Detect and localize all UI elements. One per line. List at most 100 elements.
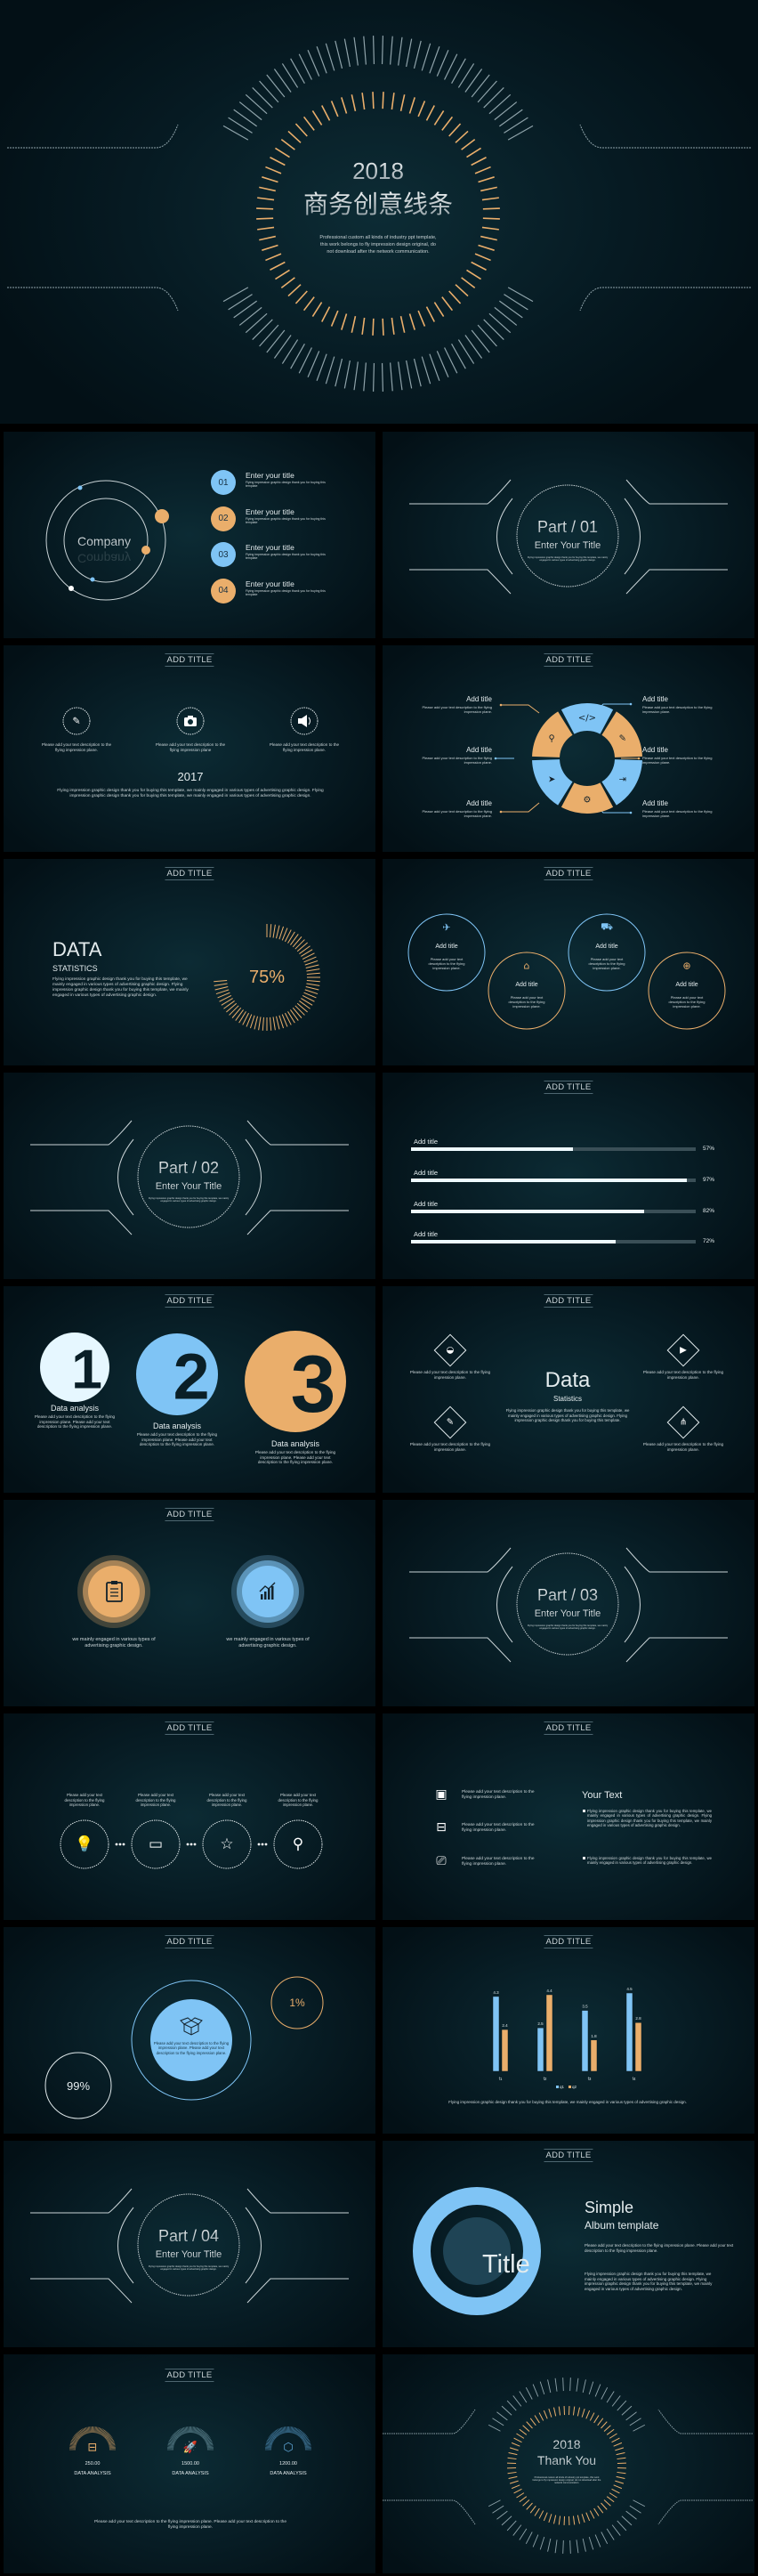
progress-slide[interactable]: ADD TITLE Add title 57% Add title 97% Add ti… [379, 1068, 758, 1282]
tick-mark [471, 157, 487, 166]
tick-mark [492, 2418, 504, 2426]
bar-chart-slide[interactable]: ADD TITLE 4.3 2.4 f1 2.5 4.4 f2 3.5 1.8 f3 4.5 2.8… [379, 1923, 758, 2136]
percent-tick [249, 1015, 255, 1029]
thank-you-slide[interactable]: 2018 Thank You Professional custom all k… [379, 2350, 758, 2576]
diamond-desc: Please add your text description to the … [642, 1442, 724, 1452]
percent-tick [292, 936, 302, 948]
percent-circles-slide[interactable]: ADD TITLE Please add your text descripti… [0, 1923, 379, 2136]
large-percent: 99% [66, 2079, 91, 2093]
feature-desc: Please add your text description to the … [269, 742, 340, 752]
agenda-item-desc: Flying impression graphic design thank y… [246, 516, 326, 524]
part-01-slide[interactable]: Part / 01 Enter Your Title Flying impressi… [379, 427, 758, 641]
tick-mark [494, 306, 518, 326]
connector-dot [122, 1843, 125, 1846]
connector-line [501, 802, 540, 813]
item-desc: Please add your text description to the … [462, 1823, 535, 1833]
deco-line [624, 1566, 641, 1643]
percent-tick [294, 939, 305, 950]
percent-tick [272, 924, 276, 938]
tick-mark [611, 2524, 621, 2536]
ring-segments-slide[interactable]: ADD TITLE ⚲ </> ✎ ⇥ ⚙ ➤ Add title Please add y… [379, 641, 758, 855]
tick-mark [433, 110, 445, 126]
deco-line [117, 1138, 134, 1216]
progress-fill [411, 1147, 574, 1151]
tick-mark [413, 358, 422, 387]
tick-mark [506, 2400, 517, 2411]
tick-mark [280, 277, 295, 289]
tick-mark [534, 2415, 540, 2424]
tick-mark [547, 2379, 552, 2394]
progress-label: Add title [414, 1169, 439, 1177]
agenda-number-badge: 01 [211, 470, 236, 495]
item-desc: Please add your text description to the … [462, 1857, 535, 1867]
bar-q1-f1 [492, 1996, 500, 2072]
tick-mark [461, 138, 476, 150]
part-03-slide[interactable]: Part / 03 Enter Your Title Flying impressi… [379, 1495, 758, 1709]
store-icon: ⌂ [523, 960, 530, 972]
gauge-tick [265, 2446, 272, 2449]
your-text-slide[interactable]: ADD TITLE ▣ Please add your text descript… [379, 1709, 758, 1923]
tick-mark [399, 94, 406, 111]
diamond-statistics-slide[interactable]: ADD TITLE Data Statistics Flying impress… [379, 1282, 758, 1495]
tick-mark [429, 353, 440, 381]
tick-mark [425, 306, 435, 322]
hierarchy-icon: ⋔ [679, 1417, 688, 1428]
tick-mark [238, 101, 262, 121]
tick-mark [613, 2442, 623, 2447]
glow-circles-slide[interactable]: ADD TITLE we mainly engaged in various t… [0, 1495, 379, 1709]
big-digit: 1 [71, 1339, 102, 1400]
album-slide[interactable]: ADD TITLE Title Simple Album template Pl… [379, 2136, 758, 2350]
tick-mark [593, 2415, 600, 2424]
tick-mark [259, 186, 276, 192]
agenda-item-title: Enter your title [246, 506, 294, 516]
gauge-slide[interactable]: ADD TITLE ⊟ 250.00 DATA ANALYSIS 🚀 1500.00 DA… [0, 2350, 379, 2576]
year-paragraph: Flying impression graphic design thank y… [57, 789, 324, 798]
part-02-slide[interactable]: Part / 02 Enter Your Title Flying impressi… [0, 1068, 379, 1282]
tick-mark [522, 2499, 530, 2507]
x-tick-label: f3 [588, 2077, 592, 2081]
tick-mark [554, 2540, 558, 2554]
numbered-analysis-slide[interactable]: ADD TITLE 1 2 3 Data analysis Please add you… [0, 1282, 379, 1495]
agenda-item-desc: Flying impression graphic design thank y… [246, 588, 326, 596]
box-icon: ⬡ [283, 2441, 294, 2455]
deco-line [245, 1138, 262, 1216]
tick-mark [265, 253, 282, 262]
gauge-tick [290, 2426, 292, 2434]
tick-mark [526, 2502, 533, 2510]
tick-mark [609, 2492, 617, 2499]
tick-mark [621, 2515, 633, 2526]
part-04-slide[interactable]: Part / 04 Enter Your Title Flying impressi… [0, 2136, 379, 2350]
tick-mark [417, 101, 426, 117]
tick-mark [507, 2457, 517, 2460]
year-2017-slide[interactable]: ADD TITLE ✎ Please add your text descrip… [0, 641, 379, 855]
deco-line [30, 2188, 133, 2214]
tick-mark [532, 2534, 539, 2548]
ring-item-desc: Please add your text description to the … [642, 756, 713, 765]
data-statistics-slide[interactable]: ADD TITLE DATA STATISTICS Flying impress… [0, 855, 379, 1068]
company-label: Company [77, 534, 131, 548]
feature-desc: Please add your text description to the … [428, 957, 465, 970]
tick-mark [363, 362, 367, 392]
gauge-tick [167, 2445, 174, 2448]
chart-caption: Flying impression graphic design thank y… [448, 2100, 687, 2104]
deco-line [246, 2188, 349, 2214]
tick-mark [577, 2515, 580, 2524]
connector-dot [261, 1843, 264, 1846]
deco-line [409, 1547, 512, 1573]
progress-label: Add title [414, 1138, 439, 1146]
cover-slide[interactable]: 2018 商务创意线条 Professional custom all kind… [0, 0, 758, 424]
four-circles-slide[interactable]: ADD TITLE ✈ Add title Please add your text… [379, 855, 758, 1068]
analysis-desc: Please add your text description to the … [136, 1432, 218, 1447]
cover-year: 2018 [352, 158, 404, 184]
percent-tick [262, 1017, 264, 1031]
gauge-tick [206, 2446, 214, 2449]
agenda-slide[interactable]: Company Company 01 Enter your title Flying… [0, 427, 379, 641]
tick-mark [496, 2411, 508, 2421]
percent-tick [306, 968, 320, 972]
tick-mark [616, 2452, 625, 2456]
agenda-number-badge: 04 [211, 578, 236, 603]
tick-mark [298, 347, 312, 374]
process-slide[interactable]: ADD TITLE 💡 Please add your text descript… [0, 1709, 379, 1923]
progress-fill [411, 1210, 645, 1213]
tick-mark [471, 261, 487, 271]
